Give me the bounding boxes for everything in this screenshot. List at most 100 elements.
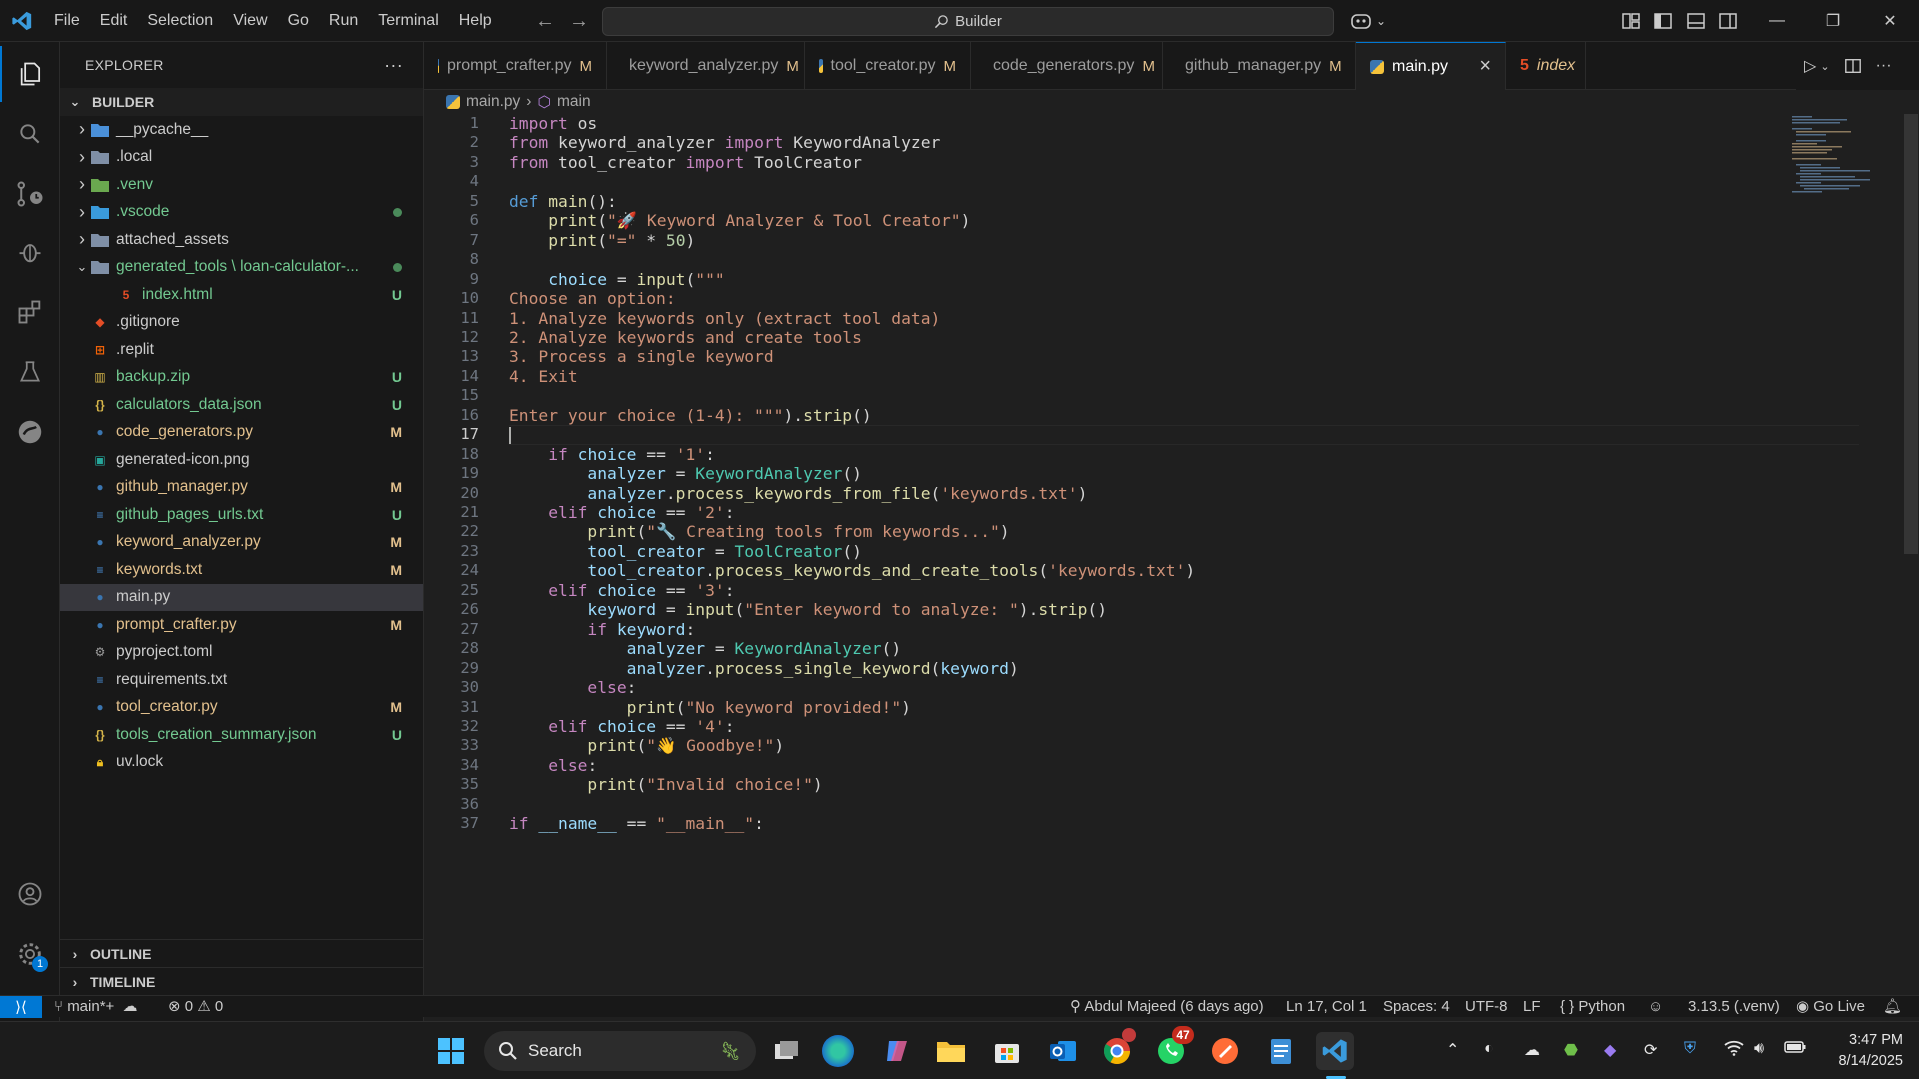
language-mode[interactable]: { } Python: [1560, 996, 1625, 1018]
postman-icon[interactable]: [1206, 1032, 1244, 1070]
settings-gear-icon[interactable]: 1: [0, 926, 60, 982]
sync-tray-icon[interactable]: ⟳: [1644, 1040, 1657, 1060]
breadcrumb-symbol[interactable]: main: [557, 93, 591, 111]
code-line[interactable]: 34 else:: [424, 756, 1774, 775]
copilot-tray-app-icon[interactable]: ◆: [1604, 1040, 1616, 1060]
back-arrow-icon[interactable]: ←: [528, 10, 562, 33]
tree-file[interactable]: {} tools_creation_summary.json U: [60, 721, 423, 749]
chevron-down-icon[interactable]: ⌄: [1820, 60, 1829, 73]
code-line[interactable]: 33 print("👋 Goodbye!"): [424, 736, 1774, 755]
run-debug-icon[interactable]: [0, 224, 60, 280]
task-view-icon[interactable]: [768, 1032, 806, 1070]
tree-file[interactable]: 5 index.html U: [60, 281, 423, 309]
more-actions-icon[interactable]: ···: [384, 55, 403, 76]
menu-view[interactable]: View: [223, 0, 277, 42]
tree-file[interactable]: ● keyword_analyzer.py M: [60, 529, 423, 557]
tree-file[interactable]: ≡ keywords.txt M: [60, 556, 423, 584]
tree-file[interactable]: ⚙ pyproject.toml: [60, 639, 423, 667]
volume-icon[interactable]: 🔊︎: [1754, 1040, 1764, 1058]
tab-tool-creator-py[interactable]: tool_creator.py M: [805, 42, 971, 90]
forward-arrow-icon[interactable]: →: [562, 10, 596, 33]
command-center-search[interactable]: Builder: [602, 7, 1334, 36]
menu-file[interactable]: File: [44, 0, 90, 42]
toggle-secondary-sidebar-icon[interactable]: [1718, 11, 1738, 31]
tree-folder[interactable]: › .vscode: [60, 199, 423, 227]
code-line[interactable]: 9 choice = input(""": [424, 270, 1774, 289]
toggle-primary-sidebar-icon[interactable]: [1653, 11, 1673, 31]
tray-app-icon[interactable]: ⬣: [1564, 1040, 1578, 1060]
remote-indicator-icon[interactable]: ⟩⟨: [0, 996, 42, 1018]
code-line[interactable]: 37 if __name__ == "__main__":: [424, 814, 1774, 833]
menu-go[interactable]: Go: [278, 0, 319, 42]
code-editor[interactable]: 1 import os 2 from keyword_analyzer import …: [424, 114, 1919, 991]
menu-terminal[interactable]: Terminal: [368, 0, 448, 42]
tree-folder[interactable]: › .venv: [60, 171, 423, 199]
code-line[interactable]: 27 if keyword:: [424, 620, 1774, 639]
outlook-icon[interactable]: [1044, 1032, 1082, 1070]
tree-file[interactable]: ⊞ .replit: [60, 336, 423, 364]
copilot-tray-icon[interactable]: ◐: [1484, 1040, 1494, 1058]
vscode-taskbar-icon[interactable]: [1316, 1032, 1354, 1070]
menu-run[interactable]: Run: [319, 0, 368, 42]
tree-file[interactable]: ● tool_creator.py M: [60, 694, 423, 722]
code-line[interactable]: 16 Enter your choice (1-4): """).strip(): [424, 406, 1774, 425]
tree-folder[interactable]: › attached_assets: [60, 226, 423, 254]
whatsapp-icon[interactable]: 47: [1152, 1026, 1194, 1070]
tab-main-py[interactable]: main.py ×: [1356, 42, 1506, 90]
account-icon[interactable]: [0, 866, 60, 922]
customize-layout-icon[interactable]: [1621, 11, 1641, 31]
onedrive-icon[interactable]: ☁: [1524, 1040, 1540, 1060]
line-ending[interactable]: LF: [1523, 996, 1541, 1018]
code-line[interactable]: 3 from tool_creator import ToolCreator: [424, 153, 1774, 172]
menu-selection[interactable]: Selection: [137, 0, 223, 42]
tab-prompt-crafter-py[interactable]: prompt_crafter.py M: [424, 42, 607, 90]
code-line[interactable]: 8: [424, 250, 1774, 269]
code-line[interactable]: 28 analyzer = KeywordAnalyzer(): [424, 639, 1774, 658]
remote-explorer-icon[interactable]: [0, 404, 60, 460]
code-line[interactable]: 4: [424, 172, 1774, 191]
tab-github-manager-py[interactable]: github_manager.py M: [1163, 42, 1356, 90]
close-window-icon[interactable]: ✕: [1862, 0, 1918, 42]
minimap[interactable]: [1790, 114, 1900, 194]
copilot-menu[interactable]: ⌄: [1350, 11, 1386, 31]
close-tab-icon[interactable]: ×: [1479, 55, 1491, 78]
encoding[interactable]: UTF-8: [1465, 996, 1508, 1018]
restore-icon[interactable]: ❐: [1805, 0, 1861, 42]
code-line[interactable]: 12 2. Analyze keywords and create tools: [424, 328, 1774, 347]
wifi-icon[interactable]: [1724, 1040, 1744, 1061]
tree-file[interactable]: ● github_manager.py M: [60, 474, 423, 502]
branch-indicator[interactable]: ⑂ main*+ ☁: [54, 996, 137, 1018]
code-line[interactable]: 36: [424, 795, 1774, 814]
code-line[interactable]: 5 def main():: [424, 192, 1774, 211]
code-line[interactable]: 7 print("=" * 50): [424, 231, 1774, 250]
code-line[interactable]: 2 from keyword_analyzer import KeywordAna…: [424, 133, 1774, 152]
menu-help[interactable]: Help: [449, 0, 502, 42]
battery-icon[interactable]: [1784, 1040, 1806, 1059]
tree-file[interactable]: {} calculators_data.json U: [60, 391, 423, 419]
code-line[interactable]: 35 print("Invalid choice!"): [424, 775, 1774, 794]
system-clock[interactable]: 3:47 PM 8/14/2025: [1838, 1030, 1903, 1072]
code-line[interactable]: 15: [424, 386, 1774, 405]
microsoft-store-icon[interactable]: [988, 1032, 1026, 1070]
windows-start-icon[interactable]: [432, 1032, 470, 1070]
workspace-root[interactable]: ⌄ BUILDER: [60, 88, 423, 116]
copilot-app-icon[interactable]: [878, 1032, 916, 1070]
go-live[interactable]: ◉ Go Live: [1796, 996, 1865, 1018]
chrome-icon[interactable]: [1098, 1028, 1136, 1070]
vertical-scrollbar[interactable]: [1904, 114, 1918, 554]
tab-index[interactable]: 5 index: [1506, 42, 1586, 90]
tree-folder[interactable]: › __pycache__: [60, 116, 423, 144]
notifications-bell-icon[interactable]: 🔔︎: [1883, 996, 1902, 1018]
code-line[interactable]: 26 keyword = input("Enter keyword to ana…: [424, 600, 1774, 619]
code-line[interactable]: 14 4. Exit: [424, 367, 1774, 386]
taskbar-search[interactable]: Search 🦎︎: [484, 1031, 756, 1071]
menu-edit[interactable]: Edit: [90, 0, 138, 42]
toggle-panel-icon[interactable]: [1686, 11, 1706, 31]
code-line[interactable]: 32 elif choice == '4':: [424, 717, 1774, 736]
tree-file[interactable]: ● main.py: [60, 583, 423, 611]
git-blame[interactable]: ⚲ Abdul Majeed (6 days ago): [1070, 996, 1264, 1018]
extensions-icon[interactable]: [0, 284, 60, 340]
more-actions-icon[interactable]: ···: [1876, 57, 1892, 75]
code-line[interactable]: 13 3. Process a single keyword: [424, 347, 1774, 366]
outline-section[interactable]: › OUTLINE: [60, 939, 423, 967]
